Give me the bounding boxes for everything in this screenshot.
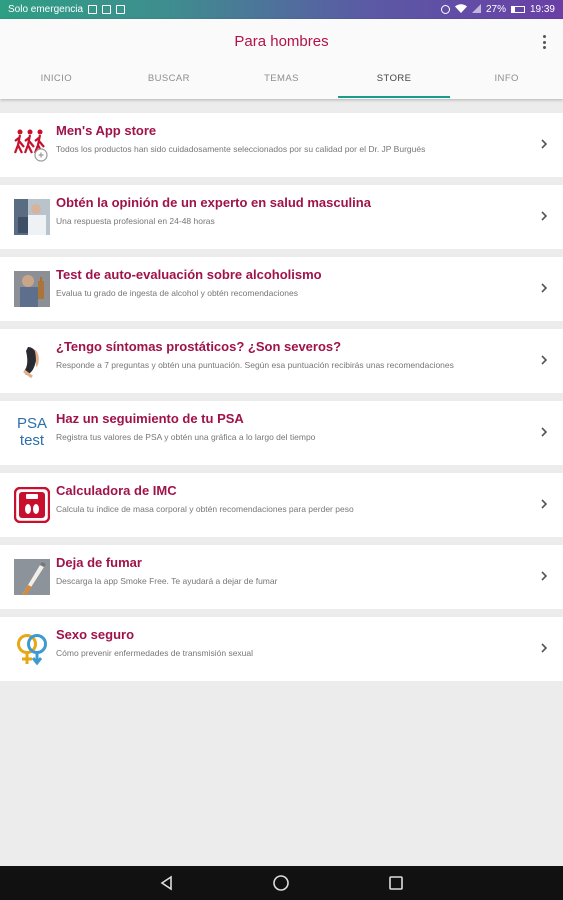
- item-title: Haz un seguimiento de tu PSA: [56, 411, 244, 426]
- chevron-right-icon: [541, 283, 548, 293]
- list-item-alcohol-test[interactable]: Test de auto-evaluación sobre alcoholism…: [0, 257, 563, 321]
- status-left: Solo emergencia: [8, 4, 126, 15]
- app-title: Para hombres: [234, 33, 329, 50]
- tab-bar: INICIO BUSCAR TEMAS STORE INFO: [0, 69, 563, 99]
- item-title: Sexo seguro: [56, 627, 135, 642]
- item-subtitle: Una respuesta profesional en 24-48 horas: [56, 216, 215, 226]
- item-title: Deja de fumar: [56, 555, 142, 570]
- notification-icon: [102, 5, 112, 14]
- item-subtitle: Cómo prevenir enfermedades de transmisió…: [56, 648, 254, 658]
- item-subtitle: Evalua tu grado de ingesta de alcohol y …: [56, 288, 298, 298]
- psa-icon-line2: test: [19, 432, 45, 449]
- back-button[interactable]: [157, 873, 177, 893]
- list-item-quit-smoking[interactable]: Deja de fumar Descarga la app Smoke Free…: [0, 545, 563, 609]
- battery-percent: 27%: [485, 4, 506, 15]
- item-title: ¿Tengo síntomas prostáticos? ¿Son severo…: [56, 339, 342, 354]
- store-list: Men's App store Todos los productos han …: [0, 113, 563, 689]
- chevron-right-icon: [541, 643, 548, 653]
- carrier-text: Solo emergencia: [8, 4, 84, 15]
- tab-temas[interactable]: TEMAS: [225, 69, 338, 99]
- list-item-mens-app-store[interactable]: Men's App store Todos los productos han …: [0, 113, 563, 177]
- overflow-menu-icon[interactable]: [539, 33, 549, 51]
- chevron-right-icon: [541, 355, 548, 365]
- item-subtitle: Todos los productos han sido cuidadosame…: [56, 144, 426, 154]
- status-right: 27% 19:39: [440, 3, 555, 16]
- system-nav-bar: [0, 866, 563, 900]
- chevron-right-icon: [541, 139, 548, 149]
- list-item-expert-opinion[interactable]: Obtén la opinión de un experto en salud …: [0, 185, 563, 249]
- item-subtitle: Calcula tu índice de masa corporal y obt…: [56, 504, 354, 514]
- list-item-bmi-calculator[interactable]: Calculadora de IMC Calcula tu índice de …: [0, 473, 563, 537]
- chevron-right-icon: [541, 211, 548, 221]
- image-icon: [116, 5, 126, 14]
- running-men-icon: [13, 127, 50, 163]
- list-item-prostate-symptoms[interactable]: ¿Tengo síntomas prostáticos? ¿Son severo…: [0, 329, 563, 393]
- status-bar: Solo emergencia 27% 19:39: [0, 0, 563, 19]
- prostate-icon: [14, 343, 50, 379]
- item-subtitle: Responde a 7 preguntas y obtén una puntu…: [56, 360, 454, 370]
- alarm-icon: [440, 5, 450, 14]
- chevron-right-icon: [541, 499, 548, 509]
- list-item-psa-tracking[interactable]: PSA test Haz un seguimiento de tu PSA Re…: [0, 401, 563, 465]
- recents-button[interactable]: [386, 873, 406, 893]
- item-title: Test de auto-evaluación sobre alcoholism…: [56, 267, 322, 282]
- item-title: Men's App store: [56, 123, 157, 138]
- tab-info[interactable]: INFO: [450, 69, 563, 99]
- tab-store[interactable]: STORE: [337, 69, 451, 99]
- chevron-right-icon: [541, 571, 548, 581]
- item-title: Obtén la opinión de un experto en salud …: [56, 195, 371, 210]
- chevron-right-icon: [541, 427, 548, 437]
- home-button[interactable]: [271, 873, 291, 893]
- gender-symbols-icon: [14, 631, 50, 667]
- list-item-safe-sex[interactable]: Sexo seguro Cómo prevenir enfermedades d…: [0, 617, 563, 681]
- app-bar: Para hombres INICIO BUSCAR TEMAS STORE I…: [0, 19, 563, 99]
- sim-icon: [88, 5, 98, 14]
- tab-buscar[interactable]: BUSCAR: [113, 69, 226, 99]
- battery-icon: [510, 6, 525, 13]
- psa-icon-line1: PSA: [16, 415, 47, 432]
- signal-icon: [471, 3, 481, 16]
- doctor-photo-icon: [14, 199, 50, 235]
- item-title: Calculadora de IMC: [56, 483, 177, 498]
- wifi-icon: [454, 3, 467, 16]
- item-subtitle: Descarga la app Smoke Free. Te ayudará a…: [56, 576, 278, 586]
- clock: 19:39: [529, 4, 555, 15]
- scale-icon: [13, 486, 51, 524]
- psa-test-icon: PSA test: [12, 415, 52, 451]
- alcohol-photo-icon: [14, 271, 50, 307]
- cigarette-icon: [14, 559, 50, 595]
- item-subtitle: Registra tus valores de PSA y obtén una …: [56, 432, 316, 442]
- tab-inicio[interactable]: INICIO: [0, 69, 113, 99]
